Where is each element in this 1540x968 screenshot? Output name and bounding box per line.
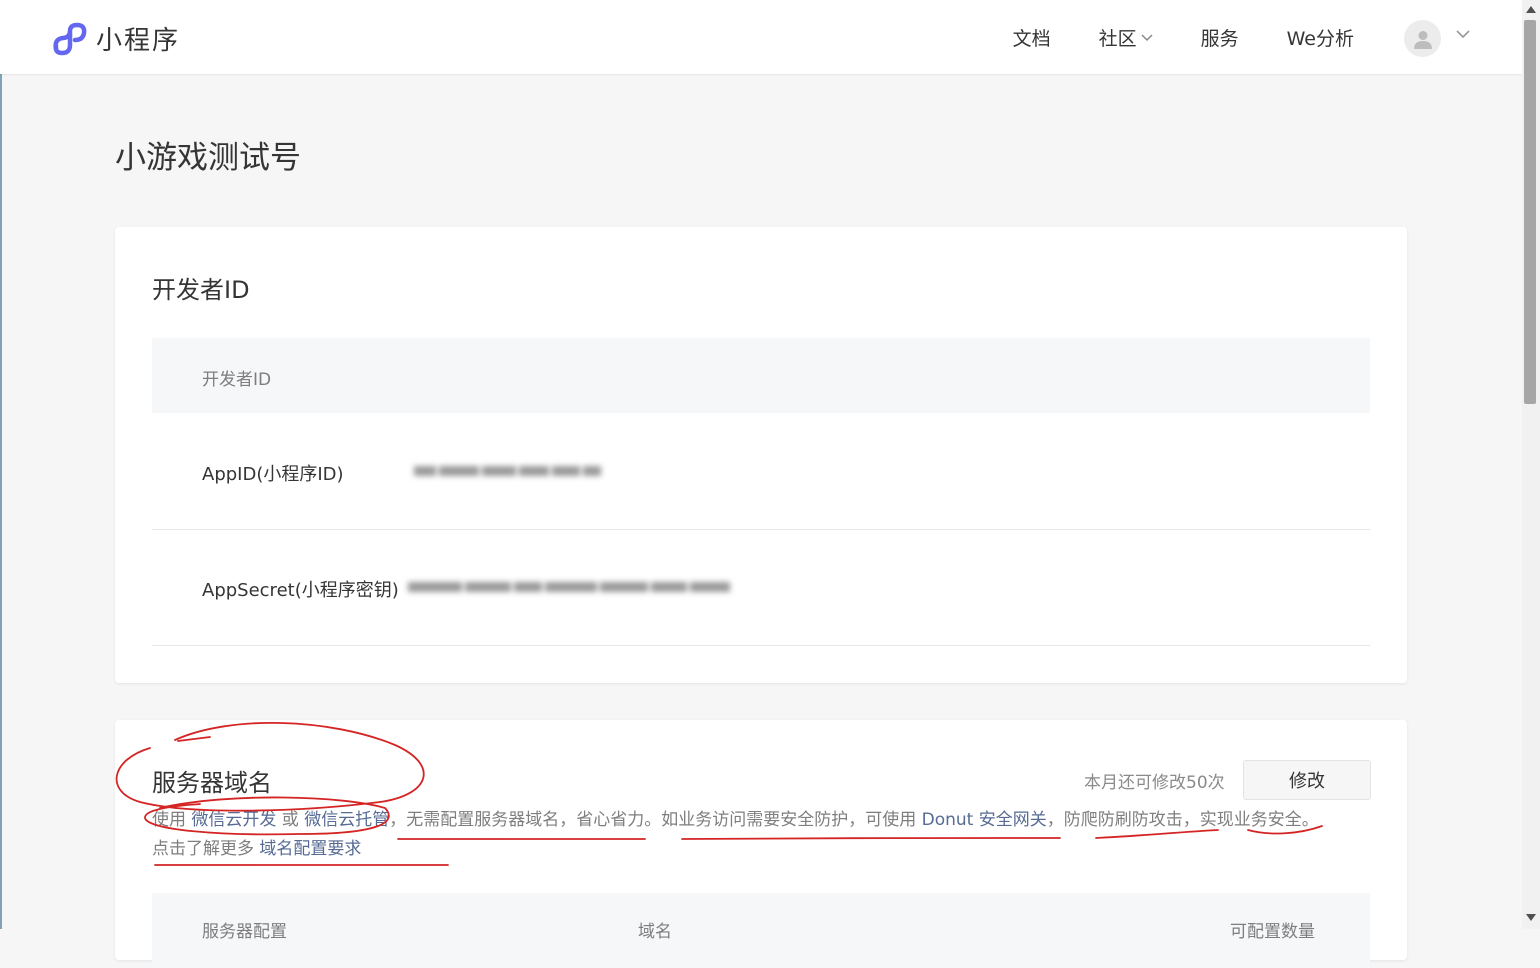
account-menu-chevron-icon[interactable] <box>1456 30 1470 39</box>
modify-quota-text: 本月还可修改50次 <box>1084 773 1225 793</box>
nav-services-label: 服务 <box>1200 28 1239 50</box>
desc-text-5: 点击了解更多 <box>152 839 260 859</box>
link-wechat-cloud-dev[interactable]: 微信云开发 <box>191 810 276 830</box>
desc-text-2: 或 <box>276 810 305 830</box>
link-domain-requirements[interactable]: 域名配置要求 <box>259 839 361 859</box>
window-left-edge <box>0 0 2 929</box>
modify-button[interactable]: 修改 <box>1243 760 1371 800</box>
appsecret-label: AppSecret(小程序密钥) <box>202 580 399 601</box>
logo-text: 小程序 <box>96 26 181 56</box>
logo[interactable]: 小程序 <box>50 20 180 57</box>
user-icon <box>1413 30 1432 49</box>
developer-id-section-title: 开发者ID <box>152 276 250 304</box>
link-wechat-cloud-hosting[interactable]: 微信云托管 <box>304 810 389 830</box>
avatar[interactable] <box>1404 20 1441 57</box>
developer-id-card: 开发者ID 开发者ID AppID(小程序ID) AppSecret(小程序密钥… <box>115 227 1407 683</box>
col-domain: 域名 <box>638 922 672 942</box>
nav-community-label: 社区 <box>1098 28 1137 50</box>
nav-docs[interactable]: 文档 <box>1013 24 1051 51</box>
top-navigation-bar: 小程序 文档 社区 服务 We分析 <box>0 0 1522 74</box>
link-donut-gateway[interactable]: Donut 安全网关 <box>922 810 1047 830</box>
appsecret-value-redacted <box>408 577 733 597</box>
table-header-label: 开发者ID <box>202 370 272 390</box>
server-domain-table-header: 服务器配置 域名 可配置数量 <box>152 893 1370 968</box>
page-title: 小游戏测试号 <box>115 140 301 176</box>
nav-community[interactable]: 社区 <box>1099 24 1153 51</box>
desc-text-4: ，防爬防刷防攻击，实现业务安全。 <box>1046 810 1319 830</box>
nav-services[interactable]: 服务 <box>1201 24 1239 51</box>
nav-docs-label: 文档 <box>1012 28 1051 50</box>
col-config-count: 可配置数量 <box>1230 922 1315 942</box>
server-domain-description: 使用 微信云开发 或 微信云托管，无需配置服务器域名，省心省力。如业务访问需要安… <box>152 806 1392 864</box>
appid-label: AppID(小程序ID) <box>202 464 344 485</box>
server-domain-card: 服务器域名 本月还可修改50次 修改 使用 微信云开发 或 微信云托管，无需配置… <box>115 720 1407 968</box>
desc-text-1: 使用 <box>152 810 192 830</box>
developer-id-table-header: 开发者ID <box>152 338 1370 413</box>
scroll-up-arrow-icon[interactable] <box>1526 6 1536 13</box>
chevron-down-icon <box>1141 33 1153 41</box>
desc-text-3: ，无需配置服务器域名，省心省力。如业务访问需要安全防护，可使用 <box>389 810 922 830</box>
appid-row: AppID(小程序ID) <box>152 413 1370 530</box>
server-domain-section-title: 服务器域名 <box>152 769 272 797</box>
nav-we-analytics[interactable]: We分析 <box>1287 24 1354 51</box>
scroll-down-arrow-icon[interactable] <box>1526 914 1536 921</box>
col-server-config: 服务器配置 <box>202 922 287 942</box>
appsecret-row: AppSecret(小程序密钥) <box>152 529 1370 646</box>
nav-we-analytics-label: We分析 <box>1286 28 1354 50</box>
mini-program-logo-icon <box>53 22 87 55</box>
appid-value-redacted <box>414 461 604 481</box>
main-nav: 文档 社区 服务 We分析 <box>965 24 1354 51</box>
scrollbar-thumb[interactable] <box>1524 20 1536 404</box>
